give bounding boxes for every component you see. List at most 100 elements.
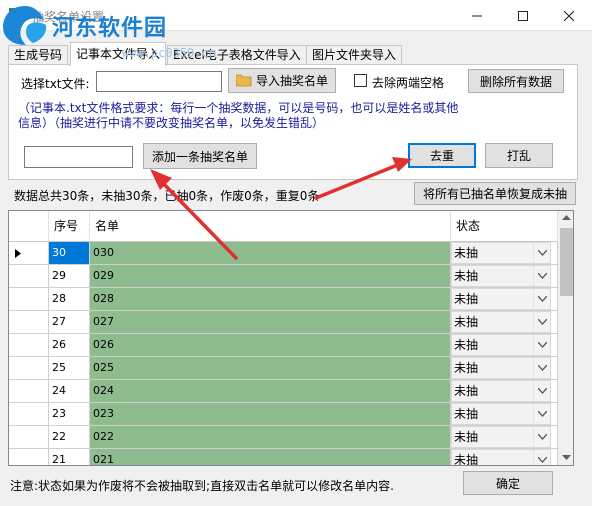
chevron-down-icon[interactable]	[533, 450, 550, 465]
format-note: （记事本.txt文件格式要求：每行一个抽奖数据，可以是号码，也可以是姓名或其他信…	[18, 101, 459, 130]
scroll-down-icon[interactable]	[562, 455, 571, 461]
row-header[interactable]	[9, 426, 49, 449]
dedupe-button[interactable]: 去重	[408, 143, 476, 168]
status-dropdown[interactable]: 未抽	[451, 426, 551, 448]
import-list-label: 导入抽奖名单	[255, 74, 328, 88]
close-button[interactable]	[546, 0, 592, 31]
tab-generate-numbers[interactable]: 生成号码	[8, 45, 69, 65]
vertical-scrollbar[interactable]	[558, 211, 573, 465]
cell-name[interactable]: 021	[90, 449, 451, 465]
status-dropdown-value: 未抽	[454, 361, 479, 375]
cell-status: 未抽	[451, 288, 558, 311]
cell-status: 未抽	[451, 242, 558, 265]
shuffle-button[interactable]: 打乱	[485, 143, 553, 168]
table-row[interactable]: 30 030 未抽	[9, 242, 558, 265]
chevron-down-icon[interactable]	[533, 289, 550, 309]
table-row[interactable]: 25 025 未抽	[9, 357, 558, 380]
close-icon	[564, 10, 574, 21]
status-dropdown[interactable]: 未抽	[451, 334, 551, 356]
delete-all-button[interactable]: 删除所有数据	[468, 69, 564, 93]
cell-seq[interactable]: 30	[49, 242, 90, 265]
cell-name[interactable]: 030	[90, 242, 451, 265]
cell-status: 未抽	[451, 449, 558, 465]
chevron-down-icon[interactable]	[533, 404, 550, 424]
cell-seq[interactable]: 24	[49, 380, 90, 403]
cell-seq[interactable]: 25	[49, 357, 90, 380]
cell-seq[interactable]: 23	[49, 403, 90, 426]
table-row[interactable]: 24 024 未抽	[9, 380, 558, 403]
chevron-down-icon[interactable]	[533, 427, 550, 447]
chevron-down-icon[interactable]	[533, 381, 550, 401]
status-dropdown[interactable]: 未抽	[451, 403, 551, 425]
row-header[interactable]	[9, 380, 49, 403]
minimize-button[interactable]	[454, 0, 500, 31]
row-header[interactable]	[9, 242, 49, 265]
cell-seq[interactable]: 22	[49, 426, 90, 449]
table-row[interactable]: 22 022 未抽	[9, 426, 558, 449]
maximize-icon	[518, 10, 528, 21]
txt-file-input[interactable]	[96, 71, 222, 92]
status-dropdown-value: 未抽	[454, 338, 479, 352]
row-header-corner	[9, 211, 49, 242]
chevron-down-icon[interactable]	[533, 358, 550, 378]
row-header[interactable]	[9, 311, 49, 334]
cell-name[interactable]: 022	[90, 426, 451, 449]
row-header[interactable]	[9, 357, 49, 380]
status-dropdown-value: 未抽	[454, 384, 479, 398]
chevron-down-icon[interactable]	[533, 243, 550, 263]
table-row[interactable]: 26 026 未抽	[9, 334, 558, 357]
cell-status: 未抽	[451, 265, 558, 288]
chevron-down-icon[interactable]	[533, 335, 550, 355]
column-header-status[interactable]: 状态	[451, 211, 558, 242]
cell-seq[interactable]: 29	[49, 265, 90, 288]
status-dropdown[interactable]: 未抽	[451, 242, 551, 264]
add-entry-input[interactable]	[24, 146, 133, 168]
restore-all-button[interactable]: 将所有已抽名单恢复成未抽	[414, 182, 576, 205]
column-header-name[interactable]: 名单	[90, 211, 451, 242]
cell-status: 未抽	[451, 311, 558, 334]
trim-checkbox[interactable]	[354, 74, 367, 87]
table-row[interactable]: 28 028 未抽	[9, 288, 558, 311]
maximize-button[interactable]	[500, 0, 546, 31]
cell-name[interactable]: 028	[90, 288, 451, 311]
row-header[interactable]	[9, 288, 49, 311]
scrollbar-thumb[interactable]	[560, 228, 573, 296]
status-dropdown[interactable]: 未抽	[451, 357, 551, 379]
table-row[interactable]: 23 023 未抽	[9, 403, 558, 426]
tab-image-folder-import[interactable]: 图片文件夹导入	[306, 45, 403, 65]
cell-name[interactable]: 027	[90, 311, 451, 334]
table-row[interactable]: 29 029 未抽	[9, 265, 558, 288]
cell-name[interactable]: 025	[90, 357, 451, 380]
status-dropdown[interactable]: 未抽	[451, 449, 551, 465]
data-grid[interactable]: 序号 名单 状态 30 030 未抽 29 029 未抽 28 028 未抽 27 027 未抽 26 0…	[8, 210, 574, 466]
chevron-down-icon[interactable]	[533, 312, 550, 332]
status-dropdown[interactable]: 未抽	[451, 380, 551, 402]
cell-name[interactable]: 029	[90, 265, 451, 288]
row-header[interactable]	[9, 265, 49, 288]
ok-button[interactable]: 确定	[463, 471, 553, 495]
status-dropdown[interactable]: 未抽	[451, 311, 551, 333]
row-header[interactable]	[9, 403, 49, 426]
status-dropdown[interactable]: 未抽	[451, 288, 551, 310]
folder-icon	[235, 74, 252, 87]
row-header[interactable]	[9, 449, 49, 465]
cell-status: 未抽	[451, 403, 558, 426]
column-header-seq[interactable]: 序号	[49, 211, 90, 242]
cell-status: 未抽	[451, 357, 558, 380]
scroll-up-icon[interactable]	[562, 215, 571, 221]
table-row[interactable]: 27 027 未抽	[9, 311, 558, 334]
table-row[interactable]: 21 021 未抽	[9, 449, 558, 465]
cell-seq[interactable]: 26	[49, 334, 90, 357]
cell-seq[interactable]: 28	[49, 288, 90, 311]
cell-name[interactable]: 023	[90, 403, 451, 426]
cell-name[interactable]: 026	[90, 334, 451, 357]
chevron-down-icon[interactable]	[533, 266, 550, 286]
cell-name[interactable]: 024	[90, 380, 451, 403]
add-entry-button[interactable]: 添加一条抽奖名单	[143, 143, 257, 169]
cell-status: 未抽	[451, 380, 558, 403]
import-list-button[interactable]: 导入抽奖名单	[228, 68, 336, 93]
status-dropdown[interactable]: 未抽	[451, 265, 551, 287]
cell-seq[interactable]: 27	[49, 311, 90, 334]
cell-seq[interactable]: 21	[49, 449, 90, 465]
row-header[interactable]	[9, 334, 49, 357]
